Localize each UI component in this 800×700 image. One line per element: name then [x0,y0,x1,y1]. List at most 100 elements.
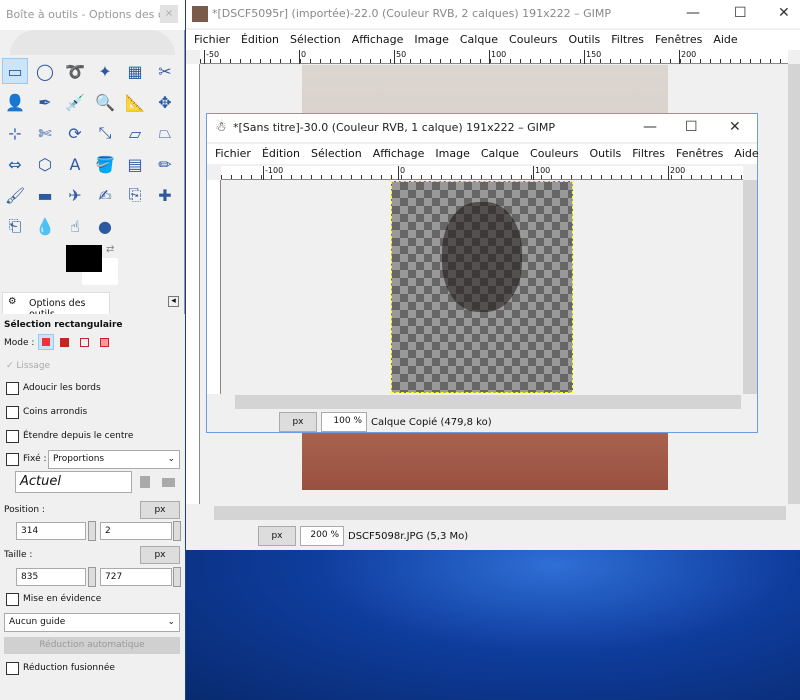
position-x-input[interactable]: 314 [16,522,86,540]
height-spinner[interactable] [173,567,181,587]
width-spinner[interactable] [88,567,96,587]
paths-tool-icon[interactable]: ✒ [32,89,58,115]
unit-select[interactable]: px [258,526,296,546]
rotate-tool-icon[interactable]: ⟳ [62,120,88,146]
position-y-input[interactable]: 2 [100,522,172,540]
menu-3[interactable]: Affichage [373,147,425,161]
auto-shrink-button[interactable]: Réduction automatique [4,637,180,654]
mode-add-button[interactable] [60,338,69,347]
ink-tool-icon[interactable]: ✍ [92,182,118,208]
menu-2[interactable]: Sélection [290,33,341,47]
menu-2[interactable]: Sélection [311,147,362,161]
paintbrush-tool-icon[interactable]: 🖌 [2,182,28,208]
ellipse-select-tool-icon[interactable]: ◯ [32,58,58,84]
fuzzy-select-tool-icon[interactable]: ✦ [92,58,118,84]
scale-tool-icon[interactable]: ⤡ [92,120,118,146]
zoom-tool-icon[interactable]: 🔍 [92,89,118,115]
menu-5[interactable]: Calque [481,147,519,161]
menu-7[interactable]: Outils [568,33,600,47]
dodge-burn-tool-icon[interactable]: ● [92,213,118,239]
swap-colors-icon[interactable]: ⇄ [106,244,114,255]
position-y-spinner[interactable] [173,521,181,541]
highlight-checkbox[interactable] [6,593,19,606]
width-input[interactable]: 835 [16,568,86,586]
height-input[interactable]: 727 [100,568,172,586]
color-picker-tool-icon[interactable]: 💉 [62,89,88,115]
text-tool-icon[interactable]: A [62,151,88,177]
menu-9[interactable]: Fenêtres [676,147,723,161]
menu-10[interactable]: Aide [734,147,758,161]
minimize-button[interactable]: — [643,119,657,135]
mode-intersect-button[interactable] [100,338,109,347]
antialias-checkbox[interactable]: ✓ Lissage [6,361,50,371]
rounded-checkbox[interactable] [6,406,19,419]
zoom-input[interactable]: 100 % [321,412,367,432]
shrink-merged-checkbox[interactable] [6,662,19,675]
flip-tool-icon[interactable]: ⇔ [2,151,28,177]
cage-tool-icon[interactable]: ⬡ [32,151,58,177]
close-button[interactable]: ✕ [729,119,741,135]
menu-8[interactable]: Filtres [611,33,644,47]
current-input[interactable]: Actuel [15,471,132,493]
size-unit-select[interactable]: px [140,546,180,564]
pencil-tool-icon[interactable]: ✏ [152,151,178,177]
color-select-tool-icon[interactable]: ▦ [122,58,148,84]
menu-4[interactable]: Image [435,147,469,161]
fixed-dropdown[interactable]: Proportions ⌄ [48,450,180,469]
guides-dropdown[interactable]: Aucun guide ⌄ [4,613,180,632]
maximize-button[interactable]: ☐ [685,119,698,135]
portrait-icon[interactable] [140,476,150,488]
fixed-checkbox[interactable] [6,453,19,466]
clone-tool-icon[interactable]: ⎘ [122,182,148,208]
bucket-fill-tool-icon[interactable]: 🪣 [92,151,118,177]
heal-tool-icon[interactable]: ✚ [152,182,178,208]
menu-3[interactable]: Affichage [352,33,404,47]
horizontal-scrollbar[interactable] [235,395,741,409]
perspective-clone-tool-icon[interactable]: ⎗ [2,213,28,239]
menu-0[interactable]: Fichier [215,147,251,161]
vertical-scrollbar[interactable] [743,180,757,394]
menu-4[interactable]: Image [414,33,448,47]
measure-tool-icon[interactable]: 📐 [122,89,148,115]
mode-replace-button[interactable] [38,334,54,350]
tab-tool-options[interactable]: ⚙Options des outils [2,292,110,320]
menu-6[interactable]: Couleurs [509,33,557,47]
menu-8[interactable]: Filtres [632,147,665,161]
crop-tool-icon[interactable]: ✄ [32,120,58,146]
airbrush-tool-icon[interactable]: ✈ [62,182,88,208]
unit-select[interactable]: px [279,412,317,432]
menu-9[interactable]: Fenêtres [655,33,702,47]
move-tool-icon[interactable]: ✥ [152,89,178,115]
expand-center-checkbox[interactable] [6,430,19,443]
feather-checkbox[interactable] [6,382,19,395]
position-x-spinner[interactable] [88,521,96,541]
menu-1[interactable]: Édition [262,147,300,161]
menu-5[interactable]: Calque [460,33,498,47]
foreground-color[interactable] [66,245,102,272]
panel-menu-icon[interactable]: ◂ [168,296,179,307]
menu-6[interactable]: Couleurs [530,147,578,161]
horizontal-scrollbar[interactable] [214,506,786,520]
shear-tool-icon[interactable]: ▱ [122,120,148,146]
mode-subtract-button[interactable] [80,338,89,347]
menu-7[interactable]: Outils [589,147,621,161]
menu-1[interactable]: Édition [241,33,279,47]
scissors-tool-icon[interactable]: ✂ [152,58,178,84]
close-button[interactable]: × [160,5,178,23]
perspective-tool-icon[interactable]: ⏢ [152,120,178,146]
blur-tool-icon[interactable]: 💧 [32,213,58,239]
free-select-tool-icon[interactable]: ➰ [62,58,88,84]
close-button[interactable]: ✕ [778,5,790,21]
landscape-icon[interactable] [162,478,175,487]
blend-tool-icon[interactable]: ▤ [122,151,148,177]
zoom-input[interactable]: 200 % [300,526,344,546]
foreground-select-tool-icon[interactable]: 👤 [2,89,28,115]
minimize-button[interactable]: — [686,5,700,21]
maximize-button[interactable]: ☐ [734,5,747,21]
position-unit-select[interactable]: px [140,501,180,519]
canvas[interactable] [221,180,743,394]
menu-10[interactable]: Aide [713,33,737,47]
eraser-tool-icon[interactable]: ▬ [32,182,58,208]
rect-select-tool-icon[interactable]: ▭ [2,58,28,84]
vertical-scrollbar[interactable] [788,64,800,504]
